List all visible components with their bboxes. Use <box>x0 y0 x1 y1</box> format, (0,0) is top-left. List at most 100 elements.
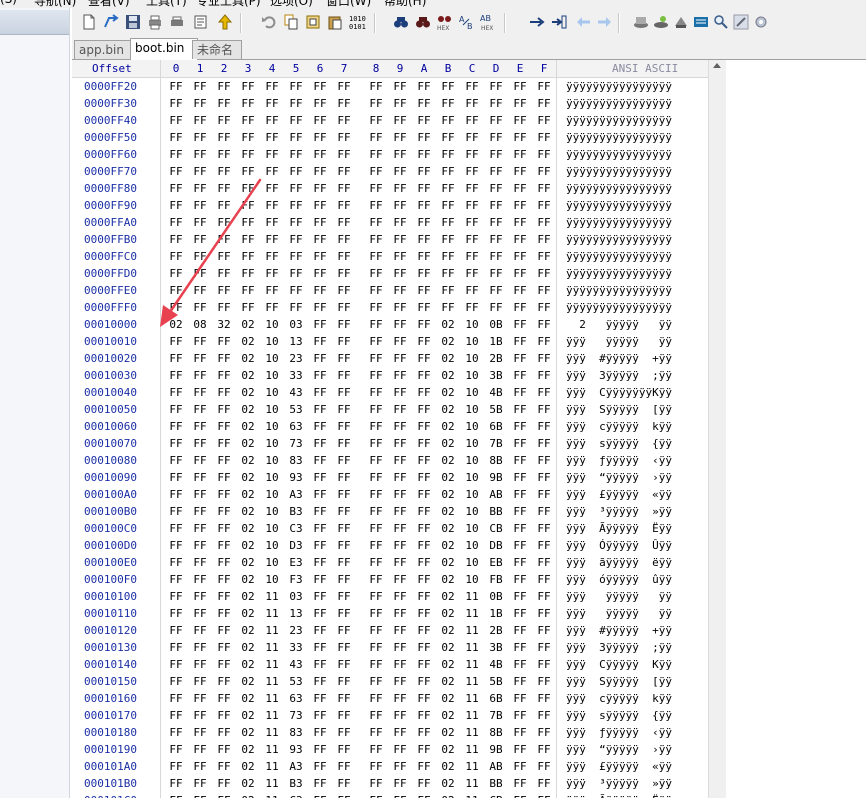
byte-cell[interactable]: FF <box>388 95 412 112</box>
byte-cell[interactable]: FF <box>212 248 236 265</box>
byte-cell[interactable]: 02 <box>236 537 260 554</box>
byte-cell[interactable]: FF <box>188 707 212 724</box>
ram-icon[interactable] <box>652 13 670 31</box>
byte-cell[interactable]: 02 <box>436 384 460 401</box>
byte-cell[interactable]: FF <box>236 231 260 248</box>
byte-cell[interactable]: FF <box>212 554 236 571</box>
ascii-text[interactable]: ÿÿÿÿÿÿÿÿÿÿÿÿÿÿÿÿ <box>566 78 672 95</box>
row-offset[interactable]: 00010140 <box>84 656 137 673</box>
byte-cell[interactable]: 10 <box>260 350 284 367</box>
ascii-text[interactable]: ÿÿÿ £ÿÿÿÿÿ «ÿÿ <box>566 758 672 775</box>
ascii-text[interactable]: ÿÿÿ óÿÿÿÿÿ ûÿÿ <box>566 571 672 588</box>
byte-cell[interactable]: FF <box>212 656 236 673</box>
byte-cell[interactable]: 02 <box>436 571 460 588</box>
byte-cell[interactable]: FF <box>436 248 460 265</box>
byte-cell[interactable]: FF <box>364 656 388 673</box>
byte-cell[interactable]: FF <box>308 78 332 95</box>
byte-cell[interactable]: FF <box>164 469 188 486</box>
byte-cell[interactable]: 10 <box>260 554 284 571</box>
byte-cell[interactable]: 02 <box>236 690 260 707</box>
byte-cell[interactable]: 11 <box>260 792 284 798</box>
row-offset[interactable]: 000101C0 <box>84 792 137 798</box>
byte-cell[interactable]: FF <box>212 775 236 792</box>
byte-cell[interactable]: 7B <box>484 435 508 452</box>
byte-cell[interactable]: FF <box>164 503 188 520</box>
byte-cell[interactable]: FF <box>532 367 556 384</box>
byte-cell[interactable]: 02 <box>436 656 460 673</box>
byte-cell[interactable]: FF <box>260 214 284 231</box>
byte-cell[interactable]: FF <box>460 231 484 248</box>
byte-cell[interactable]: FF <box>412 367 436 384</box>
byte-cell[interactable]: FF <box>412 792 436 798</box>
byte-cell[interactable]: 8B <box>484 724 508 741</box>
byte-cell[interactable]: FF <box>460 95 484 112</box>
byte-cell[interactable]: FF <box>308 214 332 231</box>
byte-cell[interactable]: 10 <box>260 503 284 520</box>
byte-cell[interactable]: FF <box>460 146 484 163</box>
byte-cell[interactable]: FF <box>212 707 236 724</box>
byte-cell[interactable]: FF <box>508 639 532 656</box>
byte-cell[interactable]: FF <box>388 537 412 554</box>
byte-cell[interactable]: FF <box>332 758 356 775</box>
byte-cell[interactable]: FF <box>460 163 484 180</box>
byte-cell[interactable]: 10 <box>260 571 284 588</box>
byte-cell[interactable]: 02 <box>436 639 460 656</box>
byte-cell[interactable]: FF <box>284 95 308 112</box>
byte-cell[interactable]: FF <box>412 469 436 486</box>
byte-cell[interactable]: FF <box>212 639 236 656</box>
byte-cell[interactable]: FF <box>532 78 556 95</box>
byte-cell[interactable]: FF <box>164 537 188 554</box>
row-offset[interactable]: 0000FFB0 <box>84 231 137 248</box>
ascii-text[interactable]: ÿÿÿ Óÿÿÿÿÿ Ûÿÿ <box>566 537 672 554</box>
byte-cell[interactable]: FF <box>532 95 556 112</box>
tape-icon[interactable] <box>672 13 690 31</box>
byte-cell[interactable]: FF <box>164 350 188 367</box>
byte-cell[interactable]: FF <box>508 180 532 197</box>
byte-cell[interactable]: 10 <box>460 384 484 401</box>
byte-cell[interactable]: FF <box>508 367 532 384</box>
byte-cell[interactable]: FF <box>332 265 356 282</box>
back-icon[interactable] <box>574 13 592 31</box>
byte-cell[interactable]: 10 <box>460 554 484 571</box>
byte-cell[interactable]: FF <box>388 520 412 537</box>
byte-cell[interactable]: FF <box>212 622 236 639</box>
byte-cell[interactable]: FF <box>212 112 236 129</box>
byte-cell[interactable]: FF <box>308 520 332 537</box>
byte-cell[interactable]: FF <box>308 418 332 435</box>
byte-cell[interactable]: FF <box>188 180 212 197</box>
byte-cell[interactable]: FF <box>364 265 388 282</box>
byte-cell[interactable]: FF <box>164 435 188 452</box>
byte-cell[interactable]: FF <box>236 265 260 282</box>
byte-cell[interactable]: D3 <box>284 537 308 554</box>
byte-cell[interactable]: FB <box>484 571 508 588</box>
byte-cell[interactable]: FF <box>508 656 532 673</box>
byte-cell[interactable]: FF <box>412 452 436 469</box>
byte-cell[interactable]: FF <box>164 486 188 503</box>
row-offset[interactable]: 0000FF20 <box>84 78 137 95</box>
byte-cell[interactable]: FF <box>508 741 532 758</box>
byte-cell[interactable]: FF <box>412 384 436 401</box>
byte-cell[interactable]: FF <box>508 197 532 214</box>
byte-cell[interactable]: FF <box>164 384 188 401</box>
byte-cell[interactable]: FF <box>364 95 388 112</box>
find-icon[interactable] <box>392 13 410 31</box>
byte-cell[interactable]: FF <box>212 469 236 486</box>
byte-cell[interactable]: FF <box>508 384 532 401</box>
row-offset[interactable]: 000100D0 <box>84 537 137 554</box>
byte-cell[interactable]: 11 <box>460 690 484 707</box>
byte-cell[interactable]: 02 <box>436 367 460 384</box>
byte-cell[interactable]: 10 <box>260 452 284 469</box>
tab-app-bin[interactable]: app.bin <box>74 40 138 59</box>
ascii-text[interactable]: ÿÿÿ Ãÿÿÿÿÿ Ëÿÿ <box>566 520 672 537</box>
byte-cell[interactable]: FF <box>388 639 412 656</box>
ascii-text[interactable]: ÿÿÿ ÿÿÿÿÿ ÿÿ <box>566 588 672 605</box>
byte-cell[interactable]: FF <box>388 554 412 571</box>
byte-cell[interactable]: FF <box>364 282 388 299</box>
byte-cell[interactable]: FF <box>188 146 212 163</box>
ascii-text[interactable]: ÿÿÿ Sÿÿÿÿÿ [ÿÿ <box>566 673 672 690</box>
row-offset[interactable]: 00010050 <box>84 401 137 418</box>
byte-cell[interactable]: 02 <box>236 571 260 588</box>
byte-cell[interactable]: FF <box>532 554 556 571</box>
byte-cell[interactable]: FF <box>332 707 356 724</box>
byte-cell[interactable]: FF <box>412 265 436 282</box>
